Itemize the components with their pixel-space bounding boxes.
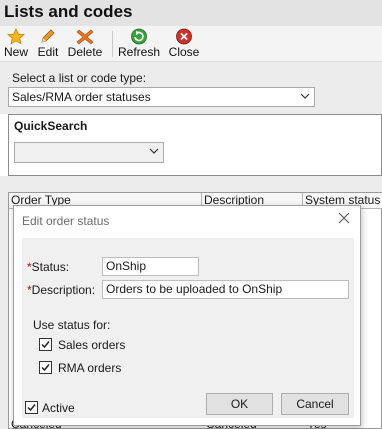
checkmark-icon [41,364,50,372]
new-label: New [4,45,29,59]
star-icon [6,28,26,45]
rma-orders-label: RMA orders [58,361,122,375]
checkmark-icon [41,341,50,349]
list-type-value: Sales/RMA order statuses [12,90,151,104]
checkmark-icon [27,404,36,412]
status-label-text: Status: [31,260,70,274]
status-label: *Status: [27,260,69,274]
pencil-icon [38,28,58,45]
list-type-selector-area: Select a list or code type: Sales/RMA or… [0,62,382,114]
list-type-dropdown[interactable]: Sales/RMA order statuses [8,87,315,107]
refresh-label: Refresh [118,45,161,59]
title-bar: Lists and codes [0,0,382,26]
chevron-down-icon [300,90,310,102]
edit-order-status-dialog: Edit order status *Status: OnShip *Descr… [13,205,361,426]
use-status-for-label: Use status for: [33,318,111,332]
description-label-text: Description: [31,283,96,297]
toolbar-separator [112,31,113,57]
window-title: Lists and codes [4,2,133,21]
toolbar: New Edit Delete Refresh Close [0,26,382,62]
quicksearch-title: QuickSearch [14,119,88,133]
sales-orders-checkbox[interactable] [39,338,52,351]
quicksearch-dropdown[interactable] [14,142,164,163]
close-icon [174,28,194,45]
status-input[interactable]: OnShip [102,257,199,276]
description-label: *Description: [27,283,95,297]
ok-button[interactable]: OK [206,393,273,415]
rma-orders-checkbox[interactable] [39,361,52,374]
sales-orders-label: Sales orders [58,338,126,352]
description-input[interactable]: Orders to be uploaded to OnShip [102,280,349,299]
dialog-body: *Status: OnShip *Description: Orders to … [22,238,354,418]
delete-button[interactable]: Delete [67,28,103,60]
close-button[interactable]: Close [168,28,200,60]
new-button[interactable]: New [4,28,28,60]
cancel-button[interactable]: Cancel [281,393,349,415]
close-label: Close [168,45,200,59]
dialog-title: Edit order status [22,214,110,228]
active-label: Active [42,401,75,415]
edit-button[interactable]: Edit [35,28,61,60]
refresh-button[interactable]: Refresh [118,28,160,60]
quicksearch-panel: QuickSearch [8,114,382,176]
delete-label: Delete [67,45,103,59]
active-checkbox[interactable] [25,401,38,414]
dialog-close-icon[interactable] [337,211,351,225]
chevron-down-icon [149,145,159,157]
edit-label: Edit [37,45,59,59]
refresh-icon [129,28,149,45]
delete-x-icon [75,28,95,45]
list-type-label: Select a list or code type: [12,71,147,85]
